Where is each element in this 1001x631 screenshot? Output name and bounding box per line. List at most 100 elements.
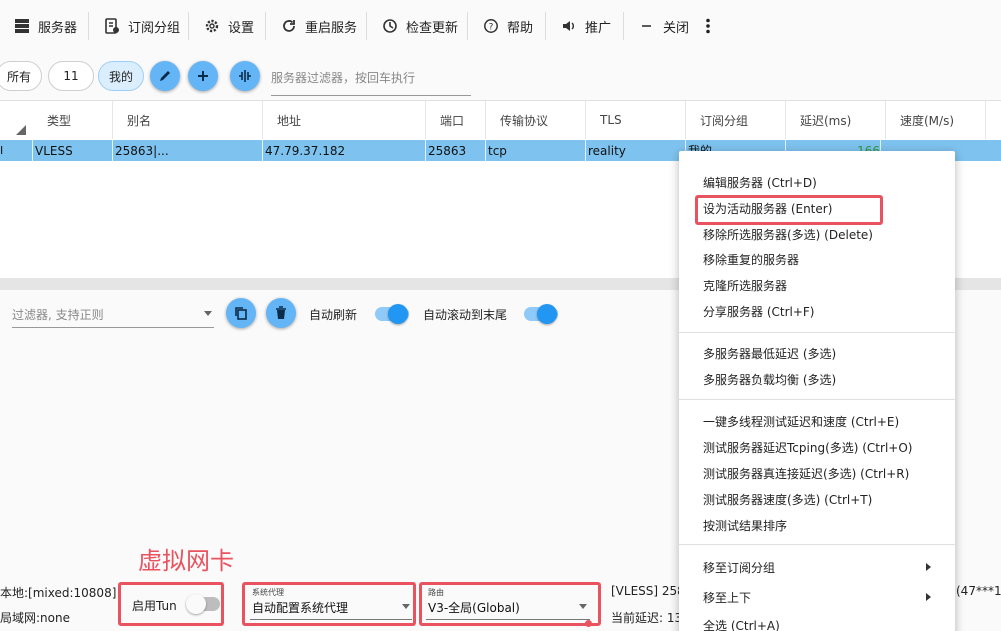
toolbar-divider [545, 12, 546, 40]
more-vertical-icon [706, 18, 710, 34]
menu-item-clone[interactable]: 克隆所选服务器 [703, 277, 787, 294]
routing-select[interactable]: V3-全局(Global) [428, 599, 520, 616]
menu-item-edit[interactable]: 编辑服务器 (Ctrl+D) [703, 174, 817, 191]
menu-item-move-up-down[interactable]: 移至上下 [703, 589, 751, 606]
cell-tls: reality [586, 140, 686, 161]
clear-log-button[interactable] [266, 298, 296, 328]
col-header-speed[interactable]: 速度(M/s) [886, 101, 986, 139]
menu-item-remove-duplicates[interactable]: 移除重复的服务器 [703, 251, 799, 268]
annotation-text: 虚拟网卡 [138, 547, 234, 575]
auto-refresh-label: 自动刷新 [309, 308, 358, 322]
sysproxy-dropdown-icon[interactable] [402, 604, 410, 609]
menu-divider [679, 544, 955, 545]
col-header-sub-group[interactable]: 订阅分组 [686, 101, 786, 139]
servers-label: 服务器 [38, 20, 78, 36]
menu-item-set-active[interactable]: 设为活动服务器 (Enter) [703, 200, 832, 217]
speaker-icon [563, 21, 574, 31]
menu-item-multi-test[interactable]: 一键多线程测试延迟和速度 (Ctrl+E) [703, 413, 899, 430]
plus-icon [198, 71, 208, 81]
menu-item-select-all[interactable]: 全选 (Ctrl+A) [703, 617, 780, 631]
cell-port: 25863 [426, 140, 486, 161]
menu-item-move-to-group[interactable]: 移至订阅分组 [703, 559, 775, 576]
update-icon [383, 19, 397, 33]
check-update-menu[interactable]: 检查更新 [382, 15, 458, 37]
sort-groups-button[interactable] [230, 61, 260, 91]
col-header-delay[interactable]: 延迟(ms) [786, 101, 886, 139]
log-filter-dropdown-icon[interactable] [204, 311, 212, 316]
menu-item-sort-by-result[interactable]: 按测试结果排序 [703, 517, 787, 534]
lan-status: 局域网:none [0, 611, 70, 625]
cell-address: 47.79.37.182 [263, 140, 426, 161]
copy-log-button[interactable] [226, 298, 256, 328]
server-stack-icon [15, 19, 29, 33]
menu-item-load-balance[interactable]: 多服务器负载均衡 (多选) [703, 371, 836, 388]
minus-icon [642, 25, 651, 27]
more-options-button[interactable] [700, 15, 724, 37]
toolbar-divider [188, 12, 189, 40]
auto-refresh-toggle[interactable] [375, 304, 409, 324]
server-filter-placeholder: 服务器过滤器，按回车执行 [271, 71, 416, 85]
sysproxy-select[interactable]: 自动配置系统代理 [252, 599, 348, 616]
copy-icon [235, 307, 247, 320]
log-filter-placeholder: 过滤器, 支持正则 [12, 308, 104, 322]
routing-underline [426, 619, 590, 620]
cell-type: VLESS [33, 140, 113, 161]
filter-chip-mine[interactable]: 我的 [98, 61, 144, 91]
filter-chip-count[interactable]: 11 [48, 61, 94, 91]
pencil-icon [160, 71, 170, 81]
current-delay-status: 当前延迟: 13 [611, 611, 683, 625]
filter-chip-all[interactable]: 所有 [0, 61, 42, 91]
servers-menu[interactable]: 服务器 [14, 15, 77, 37]
tun-label: 启用Tun [132, 599, 177, 613]
col-header-transport[interactable]: 传输协议 [486, 101, 586, 139]
help-icon: ? [484, 19, 498, 33]
cell-transport: tcp [486, 140, 586, 161]
menu-item-min-latency[interactable]: 多服务器最低延迟 (多选) [703, 345, 836, 362]
col-header-address[interactable]: 地址 [263, 101, 426, 139]
settings-menu[interactable]: 设置 [204, 15, 254, 37]
menu-item-tcping[interactable]: 测试服务器延迟Tcping(多选) (Ctrl+O) [703, 439, 912, 456]
toolbar-divider [623, 12, 624, 40]
promote-button[interactable]: 推广 [561, 15, 611, 37]
sub-groups-menu[interactable]: 订阅分组 [104, 15, 180, 37]
row-indicator: I [0, 140, 33, 161]
col-header-tls[interactable]: TLS [586, 101, 686, 139]
main-toolbar: 服务器 订阅分组 设置 重启服务 检查更新 ? 帮助 推广 关闭 [0, 0, 1001, 52]
server-filter-input[interactable]: 服务器过滤器，按回车执行 [271, 60, 471, 96]
menu-item-speed-test[interactable]: 测试服务器速度(多选) (Ctrl+T) [703, 491, 872, 508]
cell-alias: 25863|... [113, 140, 263, 161]
log-filter-input[interactable]: 过滤器, 支持正则 [12, 298, 214, 328]
toolbar-divider [265, 12, 266, 40]
routing-caption: 路由 [428, 588, 444, 597]
server-info-status: [VLESS] 258 [611, 584, 685, 598]
restart-icon [283, 20, 295, 32]
close-button[interactable]: 关闭 [639, 15, 689, 37]
menu-item-real-delay[interactable]: 测试服务器真连接延迟(多选) (Ctrl+R) [703, 465, 909, 482]
routing-dropdown-icon[interactable] [579, 604, 587, 609]
edit-group-button[interactable] [150, 61, 180, 91]
add-group-button[interactable] [188, 61, 218, 91]
menu-item-remove-selected[interactable]: 移除所选服务器(多选) (Delete) [703, 226, 873, 243]
tun-toggle[interactable] [186, 594, 220, 614]
auto-scroll-toggle[interactable] [524, 304, 558, 324]
svg-text:?: ? [489, 23, 494, 33]
menu-item-share[interactable]: 分享服务器 (Ctrl+F) [703, 303, 815, 320]
context-menu: 编辑服务器 (Ctrl+D) 设为活动服务器 (Enter) 移除所选服务器(多… [679, 151, 955, 631]
restart-service-button[interactable]: 重启服务 [281, 15, 357, 37]
help-label: 帮助 [507, 20, 534, 36]
check-update-label: 检查更新 [406, 20, 459, 36]
sub-groups-label: 订阅分组 [128, 20, 181, 36]
restart-label: 重启服务 [305, 20, 358, 36]
split-icon [239, 70, 251, 82]
sysproxy-underline [250, 619, 412, 620]
chip-label: 我的 [108, 69, 133, 84]
close-label: 关闭 [663, 20, 690, 36]
submenu-arrow-icon [926, 593, 931, 601]
col-header-port[interactable]: 端口 [426, 101, 486, 139]
col-header-type[interactable]: 类型 [33, 101, 113, 139]
help-menu[interactable]: ? 帮助 [483, 15, 533, 37]
v2rayn-main-window: 服务器 订阅分组 设置 重启服务 检查更新 ? 帮助 推广 关闭 所有 11 我… [0, 0, 1001, 631]
chip-label: 所有 [6, 69, 31, 84]
right-info-status: (47***18 [956, 584, 1001, 598]
col-header-alias[interactable]: 别名 [113, 101, 263, 139]
